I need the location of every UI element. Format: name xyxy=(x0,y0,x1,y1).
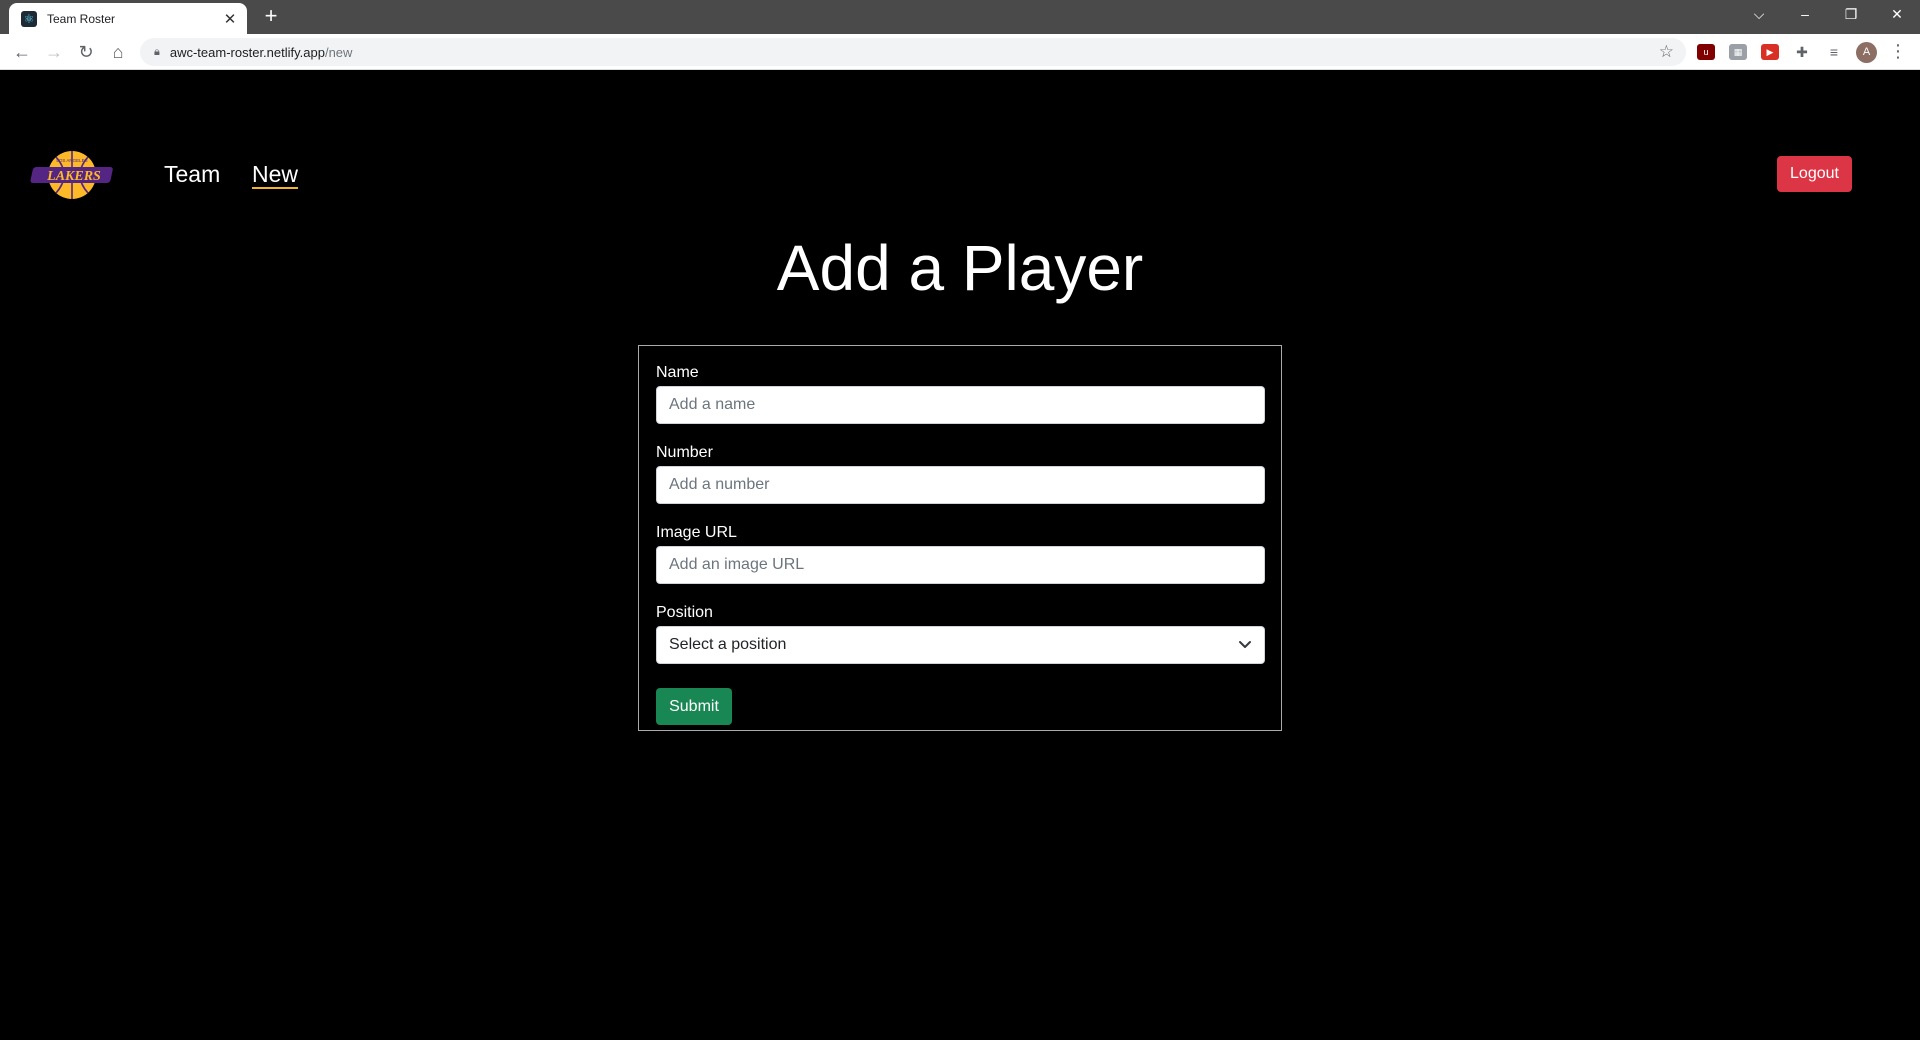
position-selected-value: Select a position xyxy=(669,636,787,653)
tab-title: Team Roster xyxy=(47,11,116,26)
number-label: Number xyxy=(656,444,713,461)
nav-link-team[interactable]: Team xyxy=(164,161,220,188)
lock-icon: 🔒︎ xyxy=(154,45,160,58)
bookmark-star-icon[interactable]: ☆ xyxy=(1659,42,1674,62)
more-menu-icon[interactable]: ⋮ xyxy=(1888,40,1908,64)
position-label: Position xyxy=(656,604,713,621)
react-favicon-icon: ⚛ xyxy=(21,10,37,27)
ublock-icon[interactable]: u xyxy=(1697,44,1715,60)
queue-icon[interactable]: ≡ xyxy=(1825,44,1843,60)
page-title: Add a Player xyxy=(776,232,1144,304)
svg-text:LOS ANGELES: LOS ANGELES xyxy=(56,158,87,163)
svg-text:LAKERS: LAKERS xyxy=(46,169,101,184)
chevron-down-icon xyxy=(1239,641,1251,648)
back-icon[interactable]: ← xyxy=(8,38,36,66)
url-path: /new xyxy=(324,44,353,60)
tab-search-icon[interactable]: ⌵ xyxy=(1736,0,1782,30)
close-window-button[interactable]: ✕ xyxy=(1874,0,1920,30)
profile-avatar[interactable]: A xyxy=(1856,42,1877,63)
restore-button[interactable]: ❐ xyxy=(1828,0,1874,30)
new-tab-button[interactable]: + xyxy=(258,4,284,30)
browser-tab-bar: ⚛ Team Roster ✕ + ⌵ – ❐ ✕ xyxy=(0,0,1920,34)
youtube-icon[interactable]: ▶ xyxy=(1761,44,1779,60)
browser-toolbar: ← → ↻ ⌂ 🔒︎ awc-team-roster.netlify.app /… xyxy=(0,34,1920,70)
position-select[interactable]: Select a position xyxy=(656,626,1265,664)
browser-tab[interactable]: ⚛ Team Roster ✕ xyxy=(9,3,247,34)
url-host: awc-team-roster.netlify.app xyxy=(169,44,325,60)
reload-icon[interactable]: ↻ xyxy=(72,38,100,66)
name-input[interactable] xyxy=(656,386,1265,424)
logout-button[interactable]: Logout xyxy=(1777,156,1852,192)
image-url-label: Image URL xyxy=(656,524,737,541)
forward-icon[interactable]: → xyxy=(40,38,68,66)
home-icon[interactable]: ⌂ xyxy=(104,38,132,66)
lakers-logo[interactable]: LAKERS LOS ANGELES xyxy=(30,145,114,205)
nav-link-new[interactable]: New xyxy=(252,161,298,188)
minimize-button[interactable]: – xyxy=(1782,0,1828,30)
address-bar[interactable]: 🔒︎ awc-team-roster.netlify.app /new ☆ xyxy=(140,38,1686,66)
image-url-input[interactable] xyxy=(656,546,1265,584)
grid-icon[interactable]: ▦ xyxy=(1729,44,1747,60)
submit-button[interactable]: Submit xyxy=(656,688,732,725)
tab-close-icon[interactable]: ✕ xyxy=(221,10,239,28)
add-player-form: Name Number Image URL Position Select a … xyxy=(638,345,1282,731)
puzzle-icon[interactable]: ✚ xyxy=(1793,44,1811,60)
page-content: LAKERS LOS ANGELES Team New Logout Add a… xyxy=(0,71,1920,1040)
name-label: Name xyxy=(656,364,699,381)
number-input[interactable] xyxy=(656,466,1265,504)
